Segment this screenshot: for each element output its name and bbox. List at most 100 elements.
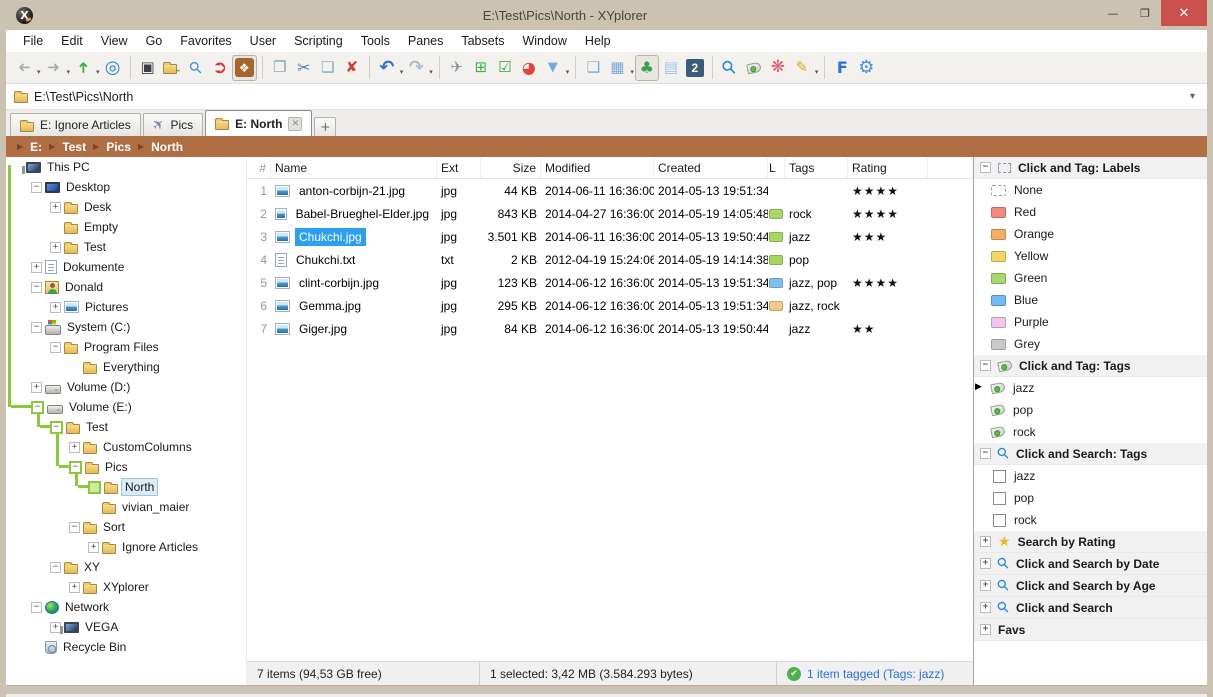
- catalog-section-click-and-search[interactable]: + ⚲ Click and Search: [974, 597, 1207, 619]
- tree-item-pics[interactable]: − Pics: [6, 457, 246, 477]
- tree-item-customcolumns[interactable]: + CustomColumns: [6, 437, 246, 457]
- address-bar[interactable]: E:\Test\Pics\North ▾: [6, 84, 1207, 110]
- expand-plus-icon[interactable]: +: [50, 201, 61, 213]
- catalog-item-blue[interactable]: Blue: [974, 289, 1207, 311]
- file-row-gemma-jpg[interactable]: 6 Gemma.jpg jpg 295 KB 2014-06-12 16:36:00 20…: [247, 294, 973, 317]
- column-header-size[interactable]: Size: [481, 157, 541, 178]
- tree-item-volume-e[interactable]: − Volume (E:): [6, 397, 246, 417]
- horizontal-panes-button[interactable]: ▤: [659, 55, 683, 81]
- address-path[interactable]: E:\Test\Pics\North: [34, 90, 1190, 104]
- tree-item-xyplorer[interactable]: + XYplorer: [6, 577, 246, 597]
- tree-toggle-button[interactable]: ♣: [634, 54, 659, 81]
- menu-item-help[interactable]: Help: [576, 32, 620, 50]
- column-header-rating[interactable]: Rating: [848, 157, 928, 178]
- up-button[interactable]: ➜: [71, 55, 95, 81]
- expand-plus-icon[interactable]: +: [980, 580, 991, 591]
- catalog-item-rock[interactable]: rock: [974, 509, 1207, 531]
- breadcrumb-item-pics[interactable]: Pics: [106, 140, 131, 154]
- status-tag-info[interactable]: ✔ 1 item tagged (Tags: jazz): [777, 662, 973, 685]
- catalog-section-click-and-search-by-date[interactable]: + ⚲ Click and Search by Date: [974, 553, 1207, 575]
- tree-item-desk[interactable]: + Desk: [6, 197, 246, 217]
- breadcrumb-item-test[interactable]: Test: [62, 140, 86, 154]
- path-marker-icon[interactable]: [88, 480, 101, 494]
- dropdown-caret-icon[interactable]: ▾: [400, 68, 404, 76]
- breadcrumb-item-north[interactable]: North: [151, 140, 183, 154]
- catalog-item-pop[interactable]: pop: [974, 399, 1207, 421]
- collapse-minus-icon[interactable]: −: [69, 460, 82, 474]
- dropdown-caret-icon[interactable]: ▾: [630, 68, 634, 76]
- catalog-section-click-and-search-tags[interactable]: − ⚲ Click and Search: Tags: [974, 443, 1207, 465]
- expand-plus-icon[interactable]: +: [31, 381, 42, 393]
- expand-plus-icon[interactable]: +: [88, 541, 99, 553]
- dropdown-caret-icon[interactable]: ▾: [429, 68, 433, 76]
- catalog-section-click-and-tag-tags[interactable]: − Click and Tag: Tags: [974, 355, 1207, 377]
- menu-item-go[interactable]: Go: [137, 32, 172, 50]
- catalog-section-search-by-rating[interactable]: + ★ Search by Rating: [974, 531, 1207, 553]
- checkbox[interactable]: [993, 513, 1006, 527]
- copy-button[interactable]: ❐: [268, 55, 292, 81]
- mini-tree-button[interactable]: ❖: [231, 54, 257, 81]
- tab-e-ignore-articles[interactable]: E: Ignore Articles: [10, 113, 141, 136]
- tree-item-system-c[interactable]: − System (C:): [6, 317, 246, 337]
- hotlist-button[interactable]: ◎: [101, 55, 125, 81]
- close-button[interactable]: ✕: [1161, 0, 1207, 26]
- menu-item-panes[interactable]: Panes: [399, 32, 452, 50]
- collapse-minus-icon[interactable]: −: [50, 341, 61, 353]
- catalog-item-pop[interactable]: pop: [974, 487, 1207, 509]
- file-row-anton-corbijn-21-jpg[interactable]: 1 anton-corbijn-21.jpg jpg 44 KB 2014-06-11 …: [247, 179, 973, 202]
- filter-button[interactable]: ▼: [541, 55, 565, 81]
- catalog-item-rock[interactable]: rock: [974, 421, 1207, 443]
- new-tab-button[interactable]: +: [314, 117, 337, 136]
- tree-item-xy[interactable]: − XY: [6, 557, 246, 577]
- collapse-minus-icon[interactable]: −: [31, 400, 44, 414]
- expand-plus-icon[interactable]: +: [980, 536, 991, 547]
- tree-item-north[interactable]: North: [6, 477, 246, 497]
- tree-item-volume-d[interactable]: + Volume (D:): [6, 377, 246, 397]
- tree-item-desktop[interactable]: − Desktop: [6, 177, 246, 197]
- collapse-minus-icon[interactable]: −: [31, 281, 42, 293]
- collapse-minus-icon[interactable]: −: [980, 448, 991, 459]
- menu-item-tools[interactable]: Tools: [352, 32, 399, 50]
- delete-button[interactable]: ✘: [340, 55, 364, 81]
- file-row-chukchi-txt[interactable]: 4 Chukchi.txt txt 2 KB 2012-04-19 15:24:06 20…: [247, 248, 973, 271]
- checkbox[interactable]: [993, 469, 1006, 483]
- new-folder-button[interactable]: +: [160, 55, 184, 81]
- file-row-clint-corbijn-jpg[interactable]: 5 clint-corbijn.jpg jpg 123 KB 2014-06-12 16…: [247, 271, 973, 294]
- collapse-minus-icon[interactable]: −: [50, 420, 63, 434]
- maximize-button[interactable]: ❐: [1129, 0, 1161, 26]
- column-header-ext[interactable]: Ext: [437, 157, 481, 178]
- tree-item-network[interactable]: − Network: [6, 597, 246, 617]
- minimize-button[interactable]: —: [1097, 0, 1129, 26]
- dropdown-caret-icon[interactable]: ▾: [67, 68, 71, 76]
- touch-button[interactable]: ✎: [790, 55, 814, 81]
- tree-item-vivian-maier[interactable]: vivian_maier: [6, 497, 246, 517]
- expand-plus-icon[interactable]: +: [980, 602, 991, 613]
- tab-e-north[interactable]: E: North ✕: [205, 110, 313, 136]
- redo-button[interactable]: ↷: [404, 55, 428, 81]
- tree-item-program-files[interactable]: − Program Files: [6, 337, 246, 357]
- tab-pics[interactable]: ✈ Pics: [142, 113, 204, 136]
- catalog-item-orange[interactable]: Orange: [974, 223, 1207, 245]
- column-header-l[interactable]: L: [768, 157, 785, 178]
- dropdown-caret-icon[interactable]: ▾: [566, 68, 570, 76]
- chevron-down-icon[interactable]: ▾: [1190, 91, 1199, 102]
- expand-plus-icon[interactable]: +: [980, 558, 991, 569]
- tree-item-dokumente[interactable]: + Dokumente: [6, 257, 246, 277]
- expand-plus-icon[interactable]: +: [31, 261, 42, 273]
- dropdown-caret-icon[interactable]: ▾: [96, 68, 100, 76]
- tree-item-ignore-articles[interactable]: + Ignore Articles: [6, 537, 246, 557]
- folder-sizes-button[interactable]: ◕: [517, 55, 541, 81]
- file-row-giger-jpg[interactable]: 7 Giger.jpg jpg 84 KB 2014-06-12 16:36:00 201…: [247, 317, 973, 340]
- collapse-minus-icon[interactable]: −: [31, 321, 42, 333]
- goto-button[interactable]: ➲: [208, 55, 232, 81]
- menu-item-tabsets[interactable]: Tabsets: [452, 32, 513, 50]
- forward-button[interactable]: ➜: [42, 55, 66, 81]
- catalog-item-purple[interactable]: Purple: [974, 311, 1207, 333]
- collapse-minus-icon[interactable]: −: [31, 181, 42, 193]
- menu-item-user[interactable]: User: [241, 32, 285, 50]
- collapse-minus-icon[interactable]: −: [31, 601, 42, 613]
- menu-item-file[interactable]: File: [14, 32, 52, 50]
- column-header-tags[interactable]: Tags: [785, 157, 848, 178]
- dropdown-caret-icon[interactable]: ▾: [815, 68, 819, 76]
- browse-button[interactable]: ⚲: [184, 55, 208, 81]
